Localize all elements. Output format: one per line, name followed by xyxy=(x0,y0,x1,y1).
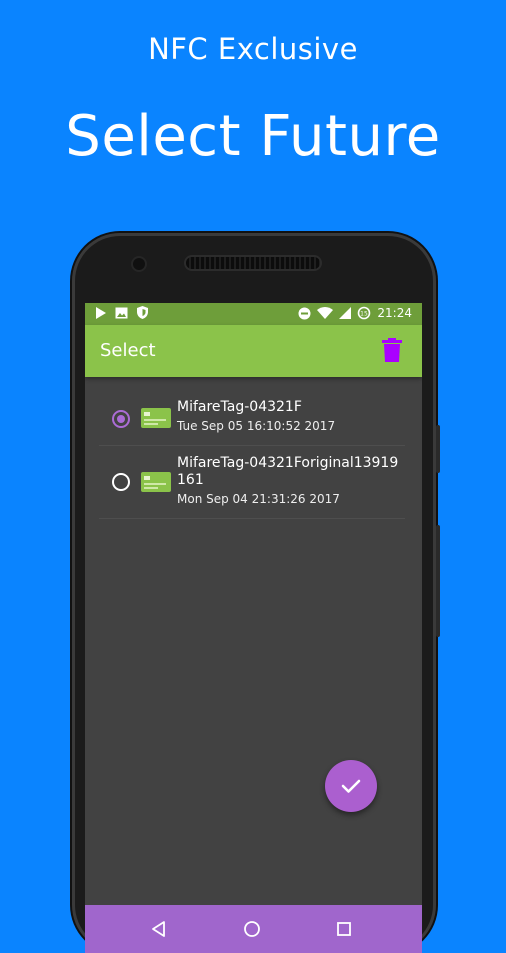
recents-icon[interactable] xyxy=(334,919,354,939)
card-icon xyxy=(141,408,171,428)
app-bar: Select xyxy=(85,325,422,377)
promo-subtitle: NFC Exclusive xyxy=(148,32,358,66)
promo-title: Select Future xyxy=(65,104,441,169)
svg-text:15: 15 xyxy=(361,311,369,318)
battery-saver-icon: 15 xyxy=(358,306,371,320)
volume-button xyxy=(436,525,440,637)
tag-list: MifareTag-04321F Tue Sep 05 16:10:52 201… xyxy=(99,393,405,519)
status-bar: 15 21:24 xyxy=(85,303,422,325)
play-icon xyxy=(96,306,106,319)
front-camera xyxy=(133,258,145,270)
tag-date: Tue Sep 05 16:10:52 2017 xyxy=(177,419,336,433)
back-icon[interactable] xyxy=(149,919,169,939)
delete-button[interactable] xyxy=(382,338,406,364)
home-icon[interactable] xyxy=(242,919,262,939)
radio-unselected[interactable] xyxy=(112,473,130,491)
tag-row[interactable]: MifareTag-04321Foriginal13919161 Mon Sep… xyxy=(99,446,405,519)
image-icon xyxy=(115,307,128,318)
check-icon xyxy=(341,779,361,793)
wifi-icon xyxy=(317,307,334,319)
tag-name: MifareTag-04321Foriginal13919161 xyxy=(177,455,399,488)
confirm-fab[interactable] xyxy=(325,760,377,812)
phone-screen: 15 21:24 Select MifareTag-04321F Tue Sep… xyxy=(85,303,422,953)
radio-selected[interactable] xyxy=(112,410,130,428)
signal-icon xyxy=(339,307,352,319)
power-button xyxy=(436,425,440,473)
nav-bar xyxy=(85,905,422,953)
status-time: 21:24 xyxy=(377,306,412,320)
delete-icon xyxy=(382,338,402,362)
app-bar-title: Select xyxy=(100,340,156,361)
phone-frame: 15 21:24 Select MifareTag-04321F Tue Sep… xyxy=(72,233,440,953)
tag-row[interactable]: MifareTag-04321F Tue Sep 05 16:10:52 201… xyxy=(99,393,405,446)
tag-name: MifareTag-04321F xyxy=(177,399,302,415)
card-icon xyxy=(141,472,171,492)
tag-date: Mon Sep 04 21:31:26 2017 xyxy=(177,492,340,506)
do-not-disturb-icon xyxy=(298,307,311,319)
shield-icon xyxy=(137,306,148,319)
earpiece-speaker xyxy=(186,257,320,269)
